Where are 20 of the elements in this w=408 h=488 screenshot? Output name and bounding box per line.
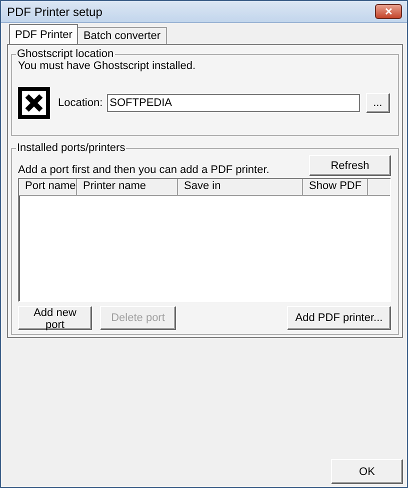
refresh-button[interactable]: Refresh bbox=[309, 155, 391, 176]
port-list[interactable]: Port name Printer name Save in Show PDF bbox=[18, 178, 391, 302]
column-header[interactable]: Printer name bbox=[77, 179, 178, 196]
info-text: Add a port first and then you can add a PDF printer. bbox=[18, 164, 270, 176]
group-label: Installed ports/printers bbox=[16, 142, 126, 154]
window-title: PDF Printer setup bbox=[7, 4, 102, 18]
action-button[interactable]: Add PDF printer... bbox=[287, 306, 391, 330]
location-label: Location: bbox=[58, 97, 103, 109]
error-icon bbox=[18, 87, 50, 119]
action-button[interactable]: Add new port bbox=[18, 306, 92, 330]
info-text: You must have Ghostscript installed. bbox=[18, 60, 197, 72]
column-header[interactable]: Save in bbox=[178, 179, 303, 196]
ok-button[interactable]: OK bbox=[331, 459, 403, 484]
location-field[interactable]: SOFTPEDIA bbox=[106, 94, 360, 112]
column-header[interactable]: Port name bbox=[19, 179, 77, 196]
column-header[interactable]: Show PDF bbox=[303, 179, 368, 196]
tab[interactable]: Batch converter bbox=[77, 27, 167, 44]
group-label: Ghostscript location bbox=[16, 48, 115, 60]
browse-button[interactable]: ... bbox=[366, 93, 390, 113]
tab[interactable]: PDF Printer bbox=[9, 24, 78, 44]
